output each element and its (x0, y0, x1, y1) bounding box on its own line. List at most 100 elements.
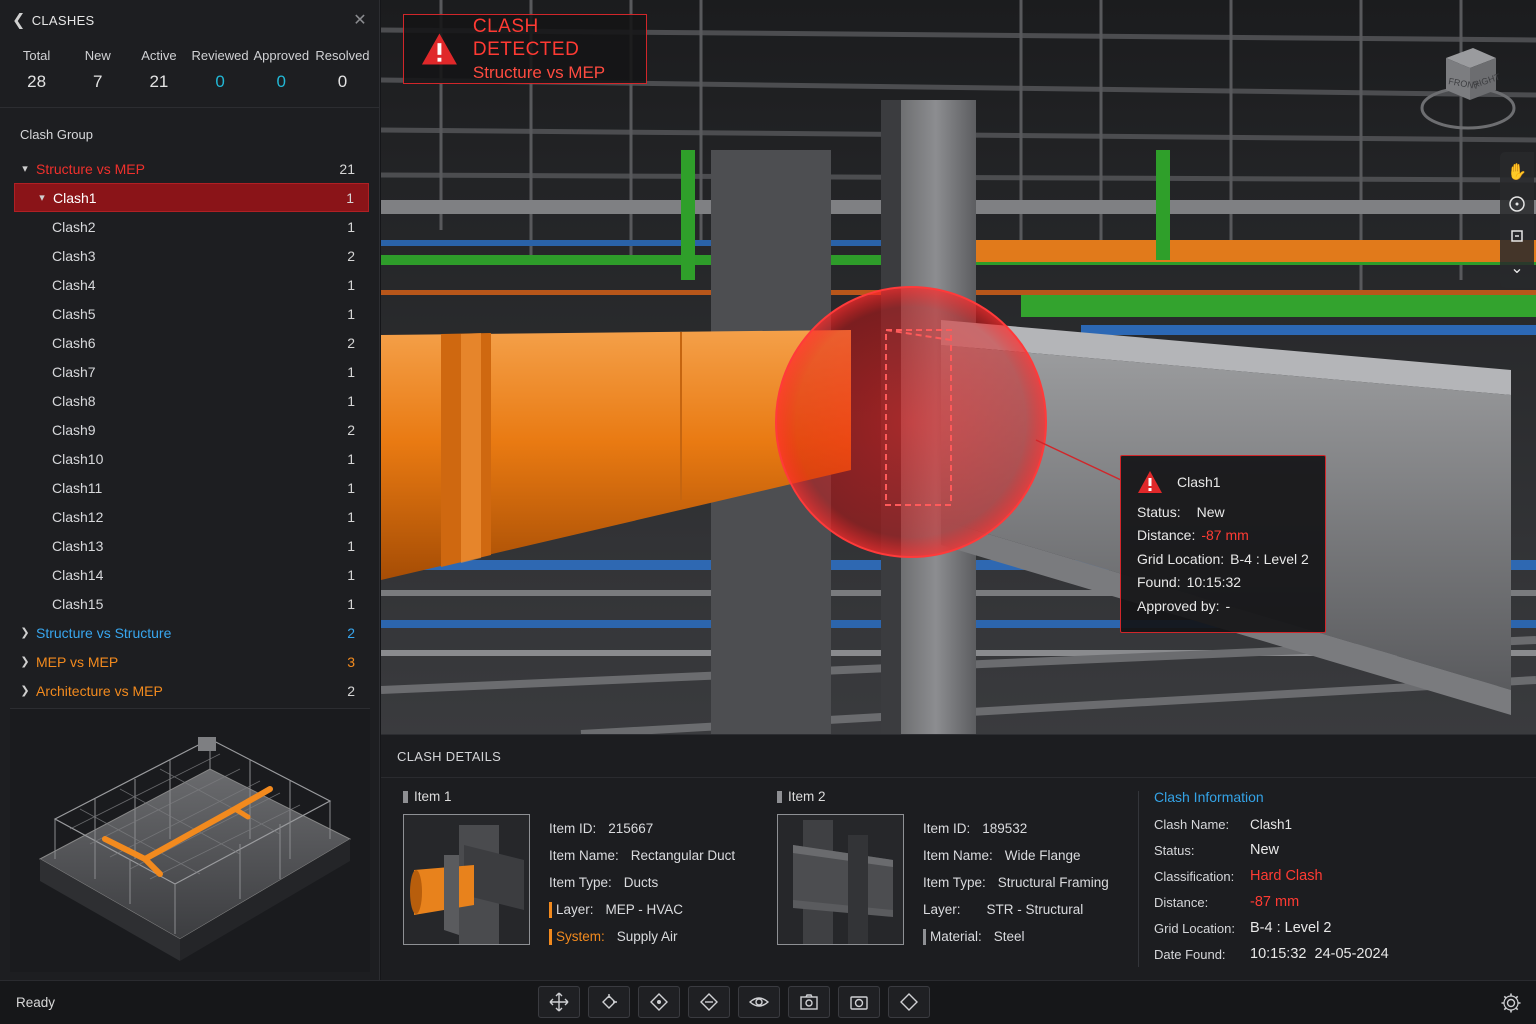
clash-row[interactable]: Clash14 1 (14, 560, 369, 589)
clash-row[interactable]: Clash15 1 (14, 589, 369, 618)
tooltip-approved-value: - (1225, 597, 1231, 614)
clash-group-row[interactable]: ❯ Architecture vs MEP 2 (14, 676, 369, 705)
clash-name: Clash15 (52, 595, 104, 612)
chevron-right-icon[interactable]: ❯ (14, 684, 36, 697)
stat-label: Reviewed (191, 48, 249, 63)
section-icon (650, 993, 668, 1011)
hand-pan-icon[interactable]: ✋ (1505, 160, 1529, 184)
clash-count: 1 (347, 479, 355, 496)
info-name-label: Clash Name: (1154, 816, 1230, 832)
3d-viewport[interactable]: CLASH DETECTED Structure vs MEP FRONT RI… (381, 0, 1536, 734)
info-date-label: Date Found: (1154, 946, 1226, 962)
item-marker-icon (403, 790, 408, 803)
info-distance-value: -87 mm (1250, 894, 1300, 910)
stat-label: Total (22, 48, 51, 63)
diamond-icon (900, 993, 918, 1011)
clash-group-name: MEP vs MEP (36, 653, 119, 670)
clash-group-row[interactable]: ❯ Structure vs Structure 2 (14, 618, 369, 647)
clash-row[interactable]: Clash13 1 (14, 531, 369, 560)
view-tool-button[interactable] (738, 986, 780, 1018)
clash-information-title: Clash Information (1154, 789, 1264, 805)
camera-tool-button[interactable] (788, 986, 830, 1018)
clash-group-count: 2 (347, 682, 355, 699)
clash-row[interactable]: Clash8 1 (14, 386, 369, 415)
item2-id-value: 189532 (982, 821, 1028, 836)
clash-count: 1 (347, 450, 355, 467)
info-grid-value: B-4 : Level 2 (1250, 920, 1332, 936)
clash-details-title: CLASH DETAILS (381, 735, 1536, 778)
close-icon[interactable]: ✕ (353, 10, 367, 30)
clash-row[interactable]: Clash9 2 (14, 415, 369, 444)
clash-row[interactable]: ▾ Clash1 1 (14, 183, 369, 212)
clash-group-row[interactable]: ▾ Structure vs MEP 21 (14, 154, 369, 183)
stat-total[interactable]: Total 28 (6, 40, 67, 107)
clash-row[interactable]: Clash7 1 (14, 357, 369, 386)
screenshot-tool-button[interactable] (838, 986, 880, 1018)
item2-type-label: Item Type: (923, 875, 986, 890)
details-divider (1138, 791, 1139, 967)
clash-count: 1 (347, 595, 355, 612)
select-icon (602, 994, 617, 1009)
clash-name: Clash12 (52, 508, 104, 525)
clash-name: Clash7 (52, 363, 96, 380)
item1-layer-label: Layer: (556, 902, 594, 917)
banner-subtitle: Structure vs MEP (472, 63, 606, 83)
clash-name: Clash14 (52, 566, 104, 583)
bottom-toolbar (538, 986, 930, 1018)
item2-thumbnail[interactable] (777, 814, 904, 945)
clash-row[interactable]: Clash10 1 (14, 444, 369, 473)
chevron-left-icon[interactable]: ❮ (12, 10, 26, 30)
clash-name: Clash4 (52, 276, 96, 293)
stat-resolved[interactable]: Resolved 0 (312, 40, 373, 107)
item1-type-label: Item Type: (549, 875, 612, 890)
clash-group-name: Structure vs Structure (36, 624, 172, 641)
clash-row[interactable]: Clash5 1 (14, 299, 369, 328)
measure-tool-button[interactable] (688, 986, 730, 1018)
clash-row[interactable]: Clash12 1 (14, 502, 369, 531)
item1-thumbnail[interactable] (403, 814, 530, 945)
select-tool-button[interactable] (588, 986, 630, 1018)
item2-layer-label: Layer: (923, 902, 961, 917)
building-model-thumbnail (38, 737, 352, 961)
chevron-down-icon[interactable]: ▾ (14, 162, 36, 175)
clash-row[interactable]: Clash6 2 (14, 328, 369, 357)
clash-scene (381, 0, 1536, 734)
clash-row[interactable]: Clash3 2 (14, 241, 369, 270)
stat-new[interactable]: New 7 (67, 40, 128, 107)
clash-row[interactable]: Clash4 1 (14, 270, 369, 299)
markup-tool-button[interactable] (888, 986, 930, 1018)
layer-color-swatch (549, 901, 552, 918)
chevron-down-icon[interactable]: ▾ (31, 191, 53, 204)
info-status-label: Status: (1154, 842, 1195, 858)
stat-active[interactable]: Active 21 (128, 40, 189, 107)
info-name-value: Clash1 (1250, 816, 1293, 832)
move-tool-button[interactable] (538, 986, 580, 1018)
stat-label: Active (141, 48, 177, 63)
clash-group-row[interactable]: ❯ MEP vs MEP 3 (14, 647, 369, 676)
clash-details-panel: CLASH DETAILS Item 1 Item ID: 215667 Item… (381, 734, 1536, 980)
chevron-right-icon[interactable]: ❯ (14, 655, 36, 668)
item2-section: Item 2 Item ID: 189532 Item Name: Wide Fla… (777, 789, 1109, 945)
settings-button[interactable] (1498, 990, 1524, 1016)
orbit-icon[interactable] (1505, 192, 1529, 216)
look-around-icon[interactable] (1505, 224, 1529, 248)
stat-value: 0 (276, 72, 286, 91)
info-distance-label: Distance: (1154, 894, 1209, 910)
stat-value: 28 (27, 72, 47, 91)
item2-id-label: Item ID: (923, 821, 971, 836)
section-tool-button[interactable] (638, 986, 680, 1018)
chevron-down-icon[interactable]: ⌄ (1505, 256, 1529, 280)
clash-count: 1 (346, 189, 354, 206)
clash-row[interactable]: Clash11 1 (14, 473, 369, 502)
stat-approved[interactable]: Approved 0 (251, 40, 312, 107)
chevron-right-icon[interactable]: ❯ (14, 626, 36, 639)
measure-icon (700, 993, 718, 1011)
clash-count: 1 (347, 392, 355, 409)
stat-reviewed[interactable]: Reviewed 0 (190, 40, 251, 107)
clash-row[interactable]: Clash2 1 (14, 212, 369, 241)
view-cube[interactable]: FRONT RIGHT (1418, 36, 1518, 136)
clash-count: 1 (347, 537, 355, 554)
clash-name: Clash6 (52, 334, 96, 351)
model-minimap[interactable] (10, 708, 370, 972)
navigation-tools: ✋ ⌄ (1500, 152, 1534, 288)
